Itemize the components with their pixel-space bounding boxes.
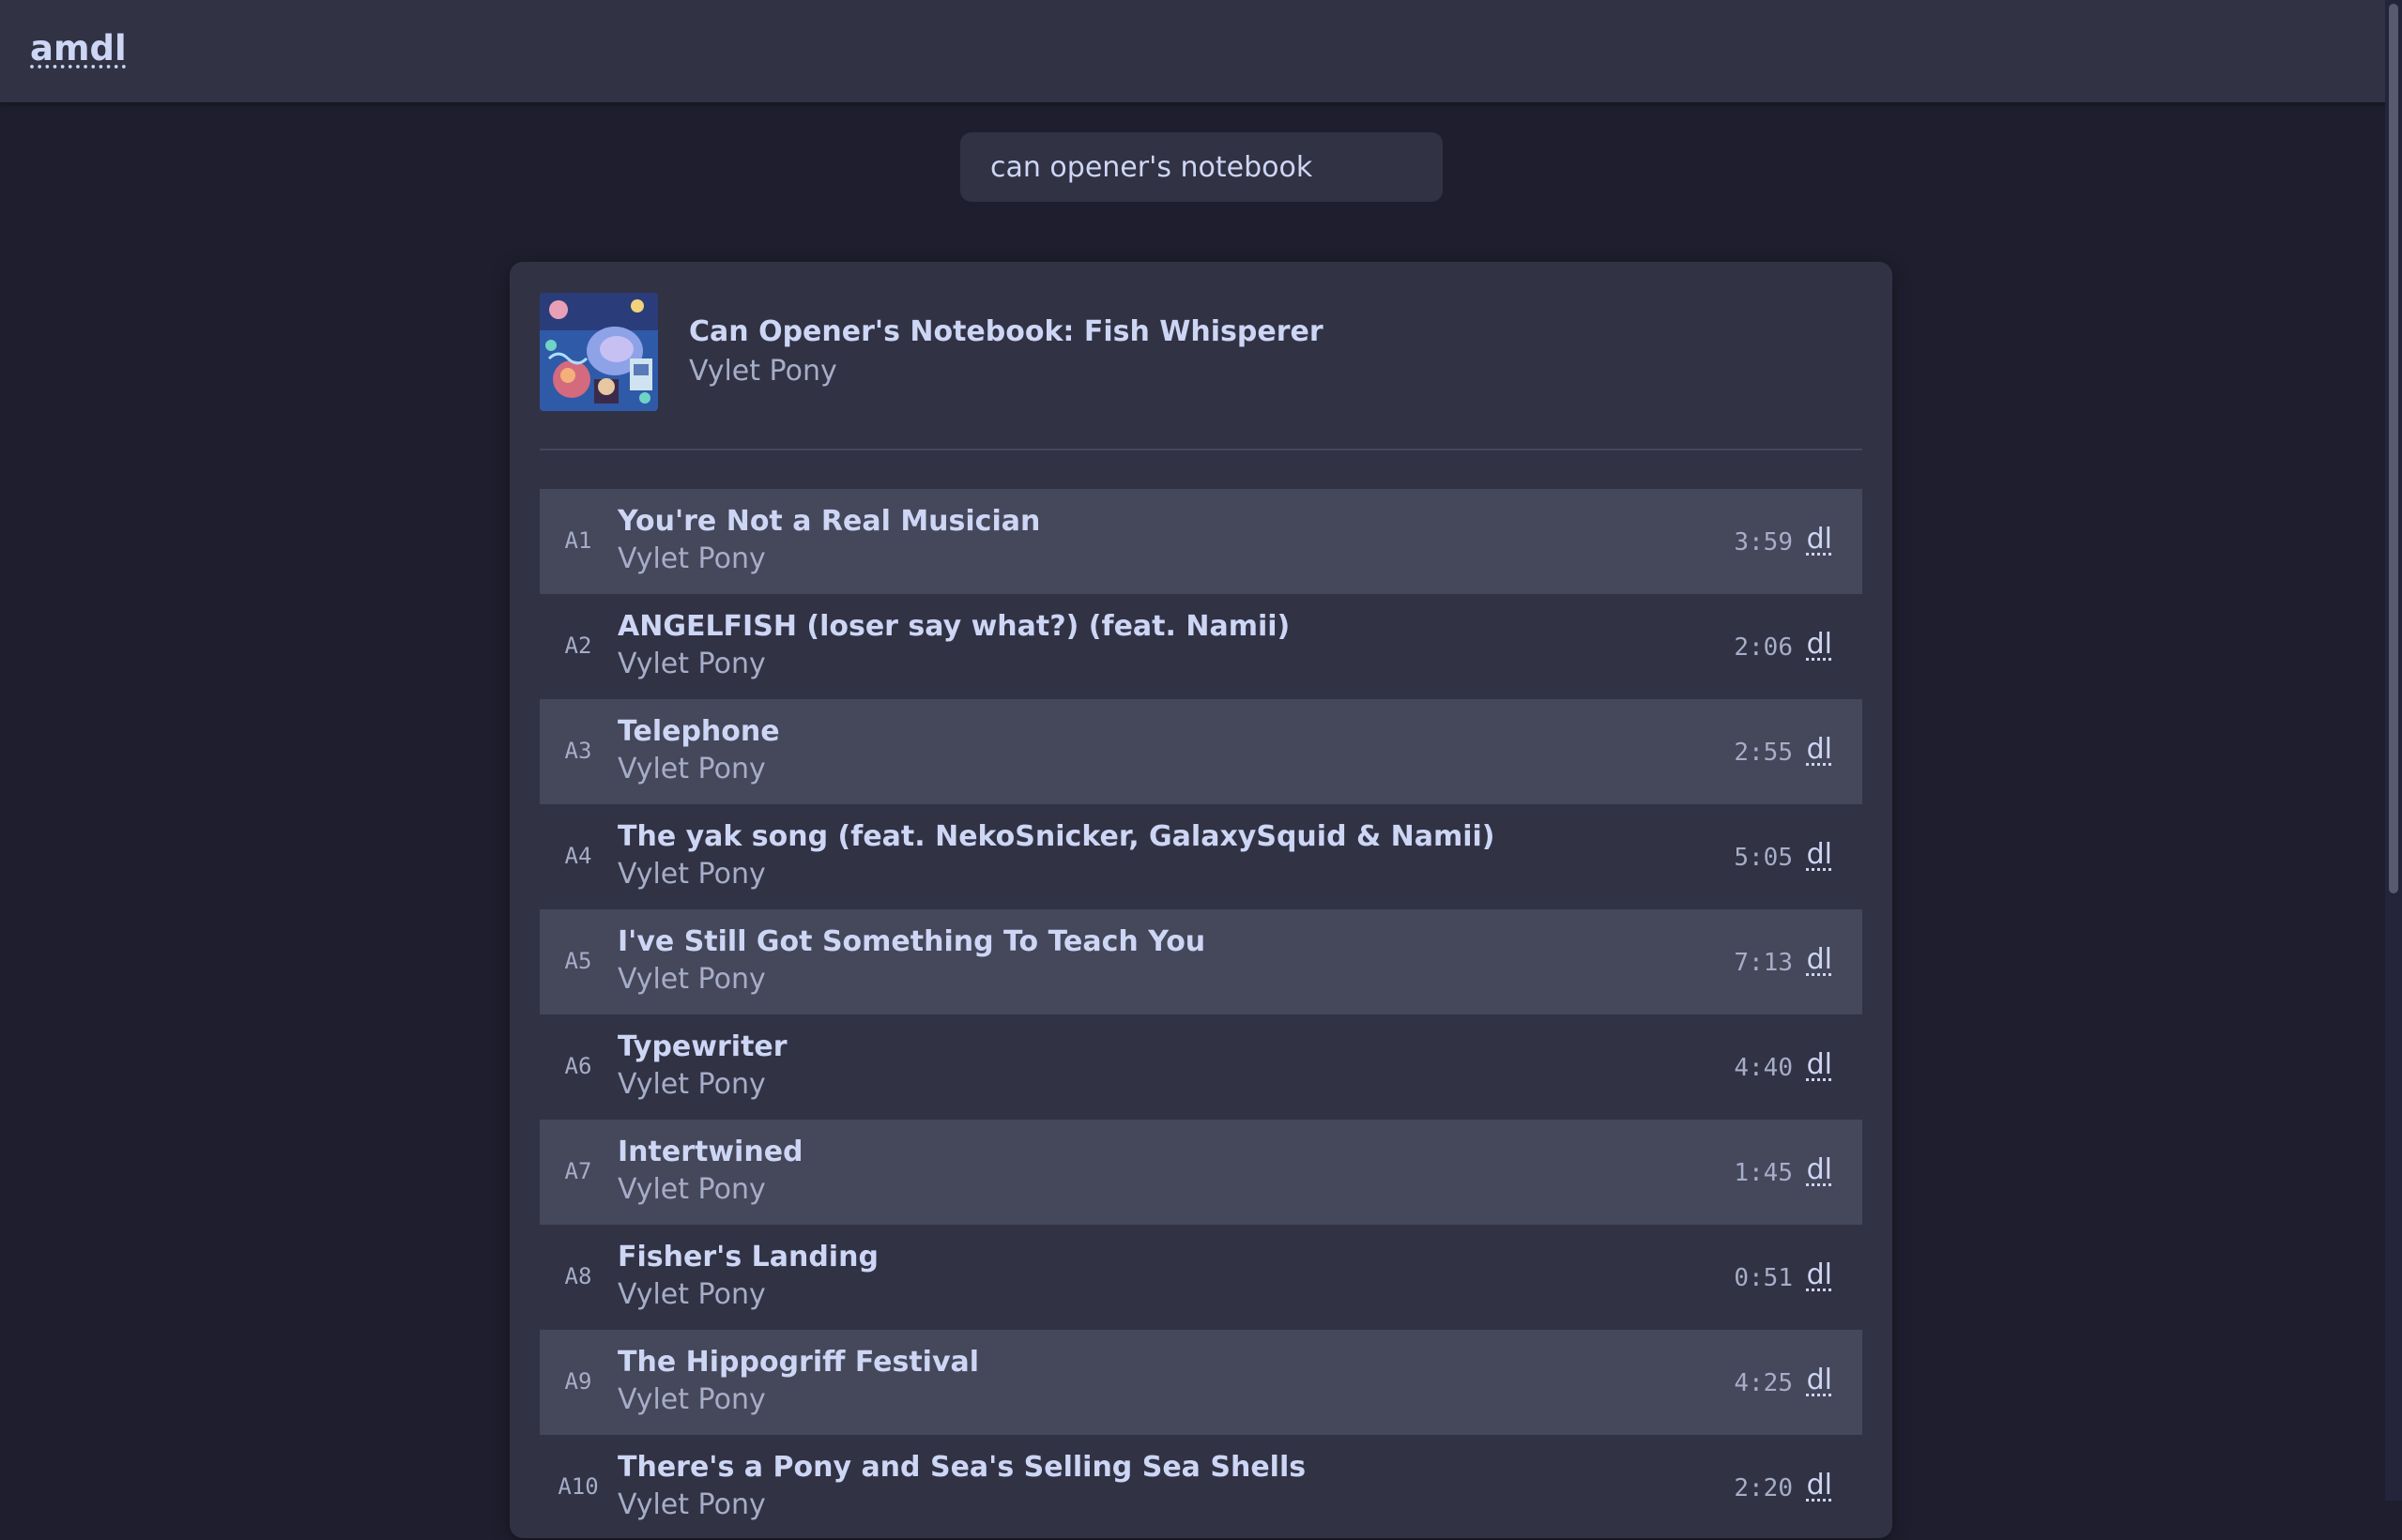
track-title: ANGELFISH (loser say what?) (feat. Namii… [618, 610, 1291, 643]
track-artist: Vylet Pony [618, 963, 766, 996]
download-link[interactable]: dl [1807, 1258, 1832, 1291]
track-title: I've Still Got Something To Teach You [618, 925, 1206, 958]
track-row: A10 There's a Pony and Sea's Selling Sea… [540, 1435, 1862, 1540]
download-link[interactable]: dl [1807, 523, 1832, 556]
scrollbar-thumb[interactable] [2389, 4, 2398, 893]
divider [540, 449, 1862, 450]
track-title: Telephone [618, 715, 780, 748]
track-duration: 1:45 [1734, 1159, 1793, 1187]
track-row: A8 Fisher's Landing Vylet Pony 0:51 dl [540, 1225, 1862, 1330]
track-row: A2 ANGELFISH (loser say what?) (feat. Na… [540, 594, 1862, 699]
track-artist: Vylet Pony [618, 1068, 766, 1101]
track-title: The Hippogriff Festival [618, 1346, 980, 1379]
scrollbar[interactable] [2385, 0, 2402, 1501]
album-title: Can Opener's Notebook: Fish Whisperer [689, 315, 1323, 348]
track-artist: Vylet Pony [618, 648, 766, 680]
download-link[interactable]: dl [1807, 1364, 1832, 1396]
track-title: There's a Pony and Sea's Selling Sea She… [618, 1451, 1307, 1484]
track-artist: Vylet Pony [618, 1488, 766, 1521]
track-duration: 4:25 [1734, 1369, 1793, 1397]
track-duration: 7:13 [1734, 949, 1793, 977]
track-title: You're Not a Real Musician [618, 505, 1041, 538]
search-input[interactable] [960, 132, 1443, 202]
track-title: The yak song (feat. NekoSnicker, GalaxyS… [618, 820, 1495, 853]
download-link[interactable]: dl [1807, 1153, 1832, 1186]
track-row: A9 The Hippogriff Festival Vylet Pony 4:… [540, 1330, 1862, 1435]
track-number: A1 [564, 527, 592, 554]
download-link[interactable]: dl [1807, 838, 1832, 871]
track-duration: 2:20 [1734, 1474, 1793, 1502]
track-number: A6 [564, 1053, 592, 1079]
track-duration: 3:59 [1734, 528, 1793, 557]
track-duration: 0:51 [1734, 1264, 1793, 1292]
track-number: A8 [564, 1263, 592, 1289]
track-artist: Vylet Pony [618, 1278, 766, 1311]
download-link[interactable]: dl [1807, 1048, 1832, 1081]
track-duration: 5:05 [1734, 844, 1793, 872]
track-row: A4 The yak song (feat. NekoSnicker, Gala… [540, 804, 1862, 909]
album-art-icon [540, 293, 658, 411]
track-number: A9 [564, 1368, 592, 1395]
track-number: A3 [564, 738, 592, 764]
download-link[interactable]: dl [1807, 628, 1832, 661]
track-artist: Vylet Pony [618, 542, 766, 575]
track-duration: 2:55 [1734, 739, 1793, 767]
track-duration: 2:06 [1734, 633, 1793, 662]
track-row: A6 Typewriter Vylet Pony 4:40 dl [540, 1014, 1862, 1120]
track-artist: Vylet Pony [618, 1173, 766, 1206]
track-number: A4 [564, 843, 592, 869]
top-bar: amdl [0, 0, 2402, 102]
track-list: A1 You're Not a Real Musician Vylet Pony… [540, 489, 1862, 1540]
track-number: A2 [564, 633, 592, 659]
track-title: Intertwined [618, 1136, 803, 1168]
track-row: A7 Intertwined Vylet Pony 1:45 dl [540, 1120, 1862, 1225]
track-title: Fisher's Landing [618, 1241, 879, 1273]
track-number: A5 [564, 948, 592, 974]
track-artist: Vylet Pony [618, 858, 766, 891]
track-duration: 4:40 [1734, 1054, 1793, 1082]
download-link[interactable]: dl [1807, 733, 1832, 766]
track-number: A7 [564, 1158, 592, 1184]
track-row: A5 I've Still Got Something To Teach You… [540, 909, 1862, 1014]
album-header: Can Opener's Notebook: Fish Whisperer Vy… [540, 293, 1862, 411]
track-artist: Vylet Pony [618, 1383, 766, 1416]
app-logo-link[interactable]: amdl [30, 28, 127, 69]
track-row: A3 Telephone Vylet Pony 2:55 dl [540, 699, 1862, 804]
track-row: A1 You're Not a Real Musician Vylet Pony… [540, 489, 1862, 594]
download-link[interactable]: dl [1807, 943, 1832, 976]
album-card: Can Opener's Notebook: Fish Whisperer Vy… [510, 262, 1892, 1538]
album-artist: Vylet Pony [689, 355, 837, 388]
track-title: Typewriter [618, 1030, 788, 1063]
track-number: A10 [558, 1473, 599, 1500]
download-link[interactable]: dl [1807, 1469, 1832, 1502]
track-artist: Vylet Pony [618, 753, 766, 785]
